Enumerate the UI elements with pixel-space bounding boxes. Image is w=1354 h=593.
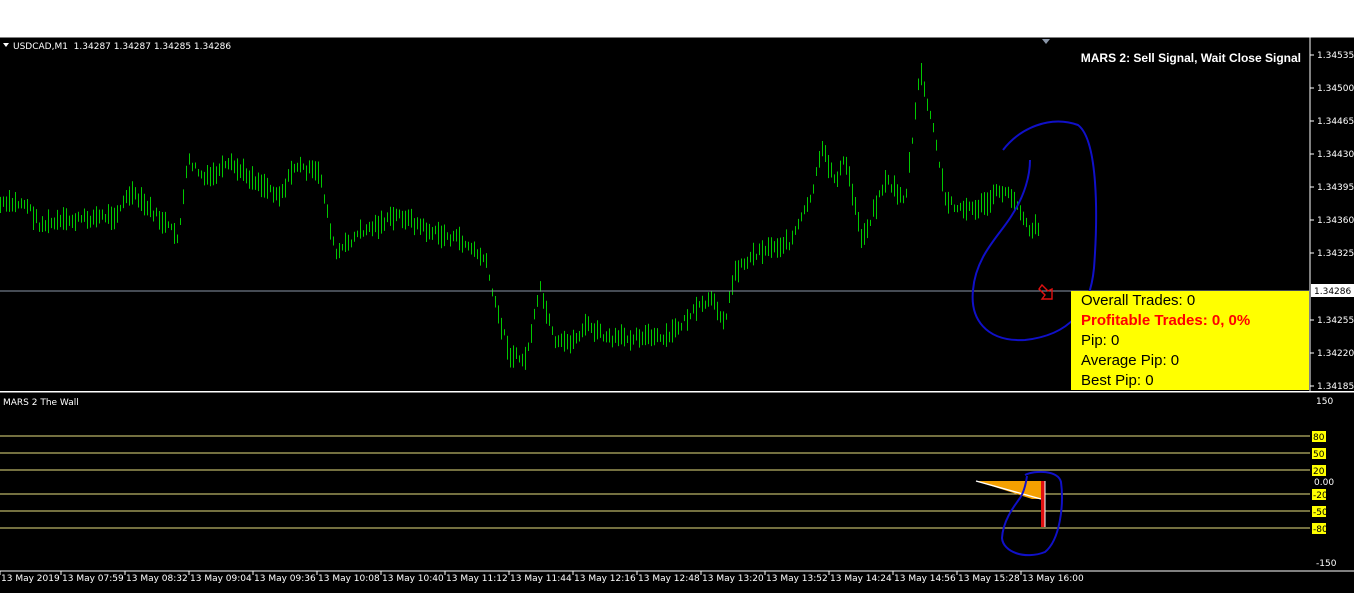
pip-count: Pip: 0: [1081, 332, 1120, 349]
best-pip: Best Pip: 0: [1081, 372, 1154, 389]
time-label: 13 May 14:56: [894, 574, 956, 584]
overall-trades: Overall Trades: 0: [1081, 292, 1196, 309]
time-label: 13 May 12:48: [638, 574, 700, 584]
price-tick-label: 1.34535: [1317, 51, 1354, 61]
time-label: 13 May 10:08: [318, 574, 380, 584]
price-tick-label: 1.34220: [1317, 349, 1354, 359]
average-pip: Average Pip: 0: [1081, 352, 1180, 369]
indicator-area[interactable]: [0, 392, 1310, 571]
indicator-title: MARS 2 The Wall: [3, 398, 79, 408]
time-label: 13 May 14:24: [830, 574, 892, 584]
level-label: 20: [1313, 467, 1325, 477]
time-label: 13 May 2019: [1, 574, 60, 584]
level-label: 50: [1313, 450, 1325, 460]
time-label: 13 May 10:40: [382, 574, 444, 584]
time-label: 13 May 08:32: [126, 574, 188, 584]
time-label: 13 May 16:00: [1022, 574, 1084, 584]
time-label: 13 May 13:52: [766, 574, 828, 584]
time-label: 13 May 13:20: [702, 574, 764, 584]
level-label: 80: [1313, 433, 1325, 443]
price-tick-label: 1.34500: [1317, 84, 1354, 94]
price-tick-label: 1.34255: [1317, 316, 1354, 326]
time-label: 13 May 11:44: [510, 574, 572, 584]
price-tick-label: 1.34325: [1317, 249, 1354, 259]
profitable-trades: Profitable Trades: 0, 0%: [1081, 312, 1251, 329]
trade-stats-panel: Overall Trades: 0 Profitable Trades: 0, …: [1071, 291, 1309, 390]
time-label: 13 May 11:12: [446, 574, 508, 584]
indicator-top-tick: 150: [1316, 397, 1333, 407]
price-tick-label: 1.34465: [1317, 117, 1354, 127]
symbol-info: USDCAD,M1 1.34287 1.34287 1.34285 1.3428…: [13, 42, 231, 52]
time-label: 13 May 09:04: [190, 574, 252, 584]
time-label: 13 May 09:36: [254, 574, 316, 584]
signal-text: MARS 2: Sell Signal, Wait Close Signal: [1081, 51, 1301, 65]
level-label: -20: [1313, 491, 1328, 501]
current-price-text: 1.34286: [1314, 287, 1351, 297]
level-label: -80: [1313, 525, 1328, 535]
price-tick-label: 1.34360: [1317, 216, 1354, 226]
wall-histogram-red: [1041, 481, 1045, 527]
price-tick-label: 1.34185: [1317, 382, 1354, 392]
time-label: 13 May 12:16: [574, 574, 636, 584]
price-tick-label: 1.34395: [1317, 183, 1354, 193]
time-label: 13 May 15:28: [958, 574, 1020, 584]
time-label: 13 May 07:59: [62, 574, 124, 584]
indicator-zero-tick: 0.00: [1314, 478, 1334, 488]
price-tick-label: 1.34430: [1317, 150, 1354, 160]
level-label: -50: [1313, 508, 1328, 518]
indicator-bottom-tick: -150: [1316, 559, 1337, 569]
